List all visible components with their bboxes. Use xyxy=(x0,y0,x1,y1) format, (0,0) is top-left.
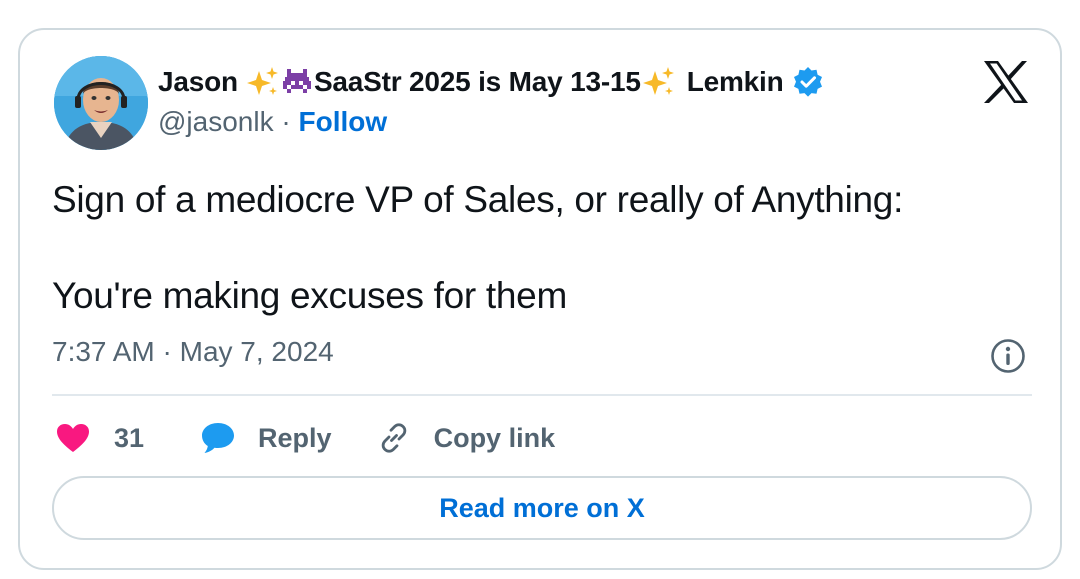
tweet-timestamp[interactable]: 7:37 AM · May 7, 2024 xyxy=(52,336,334,368)
author-name[interactable]: Jason SaaStr 2025 is May 13-15 Lemkin xyxy=(158,62,824,102)
tweet-text: Sign of a mediocre VP of Sales, or reall… xyxy=(52,176,1032,320)
copy-link-button[interactable]: Copy link xyxy=(376,420,556,456)
author-handle-row: @jasonlk · Follow xyxy=(158,106,387,138)
avatar-photo xyxy=(54,56,148,150)
like-count: 31 xyxy=(114,422,145,453)
author-name-middle: SaaStr 2025 is May 13-15 xyxy=(313,66,641,97)
reply-label: Reply xyxy=(258,422,332,453)
author-handle[interactable]: @jasonlk xyxy=(158,106,274,137)
action-bar: 31 Reply Copy link xyxy=(56,416,555,460)
tweet-line-2: You're making excuses for them xyxy=(52,275,567,316)
alien-monster-icon xyxy=(281,67,313,97)
copy-link-label: Copy link xyxy=(433,422,556,453)
link-icon xyxy=(376,420,412,456)
read-more-button[interactable]: Read more on X xyxy=(52,476,1032,540)
speech-bubble-icon xyxy=(200,421,236,455)
x-logo-icon[interactable] xyxy=(982,60,1030,104)
author-first-name: Jason xyxy=(158,66,238,97)
author-last-name: Lemkin xyxy=(686,66,784,97)
tweet-card: Jason SaaStr 2025 is May 13-15 Lemkin @j… xyxy=(18,28,1062,570)
sparkles-icon xyxy=(642,65,676,99)
avatar[interactable] xyxy=(54,56,148,150)
like-button[interactable]: 31 xyxy=(56,423,200,454)
divider xyxy=(52,394,1032,396)
info-icon[interactable] xyxy=(990,338,1026,374)
sparkles-icon xyxy=(246,65,280,99)
tweet-line-1: Sign of a mediocre VP of Sales, or reall… xyxy=(52,179,904,220)
reply-button[interactable]: Reply xyxy=(200,421,376,455)
heart-icon xyxy=(56,423,90,453)
verified-badge-icon xyxy=(792,66,824,98)
handle-separator: · xyxy=(273,106,299,137)
follow-button[interactable]: Follow xyxy=(298,106,387,137)
